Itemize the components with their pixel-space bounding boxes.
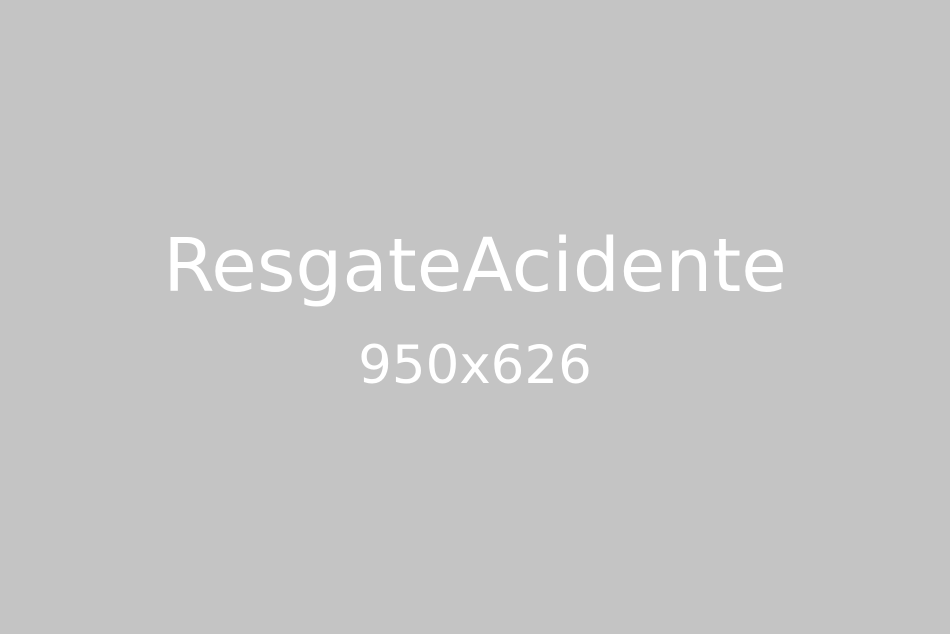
placeholder-dimensions: 950x626 — [358, 335, 592, 396]
placeholder-title: ResgateAcidente — [163, 223, 787, 309]
placeholder-image: ResgateAcidente 950x626 — [0, 0, 950, 634]
